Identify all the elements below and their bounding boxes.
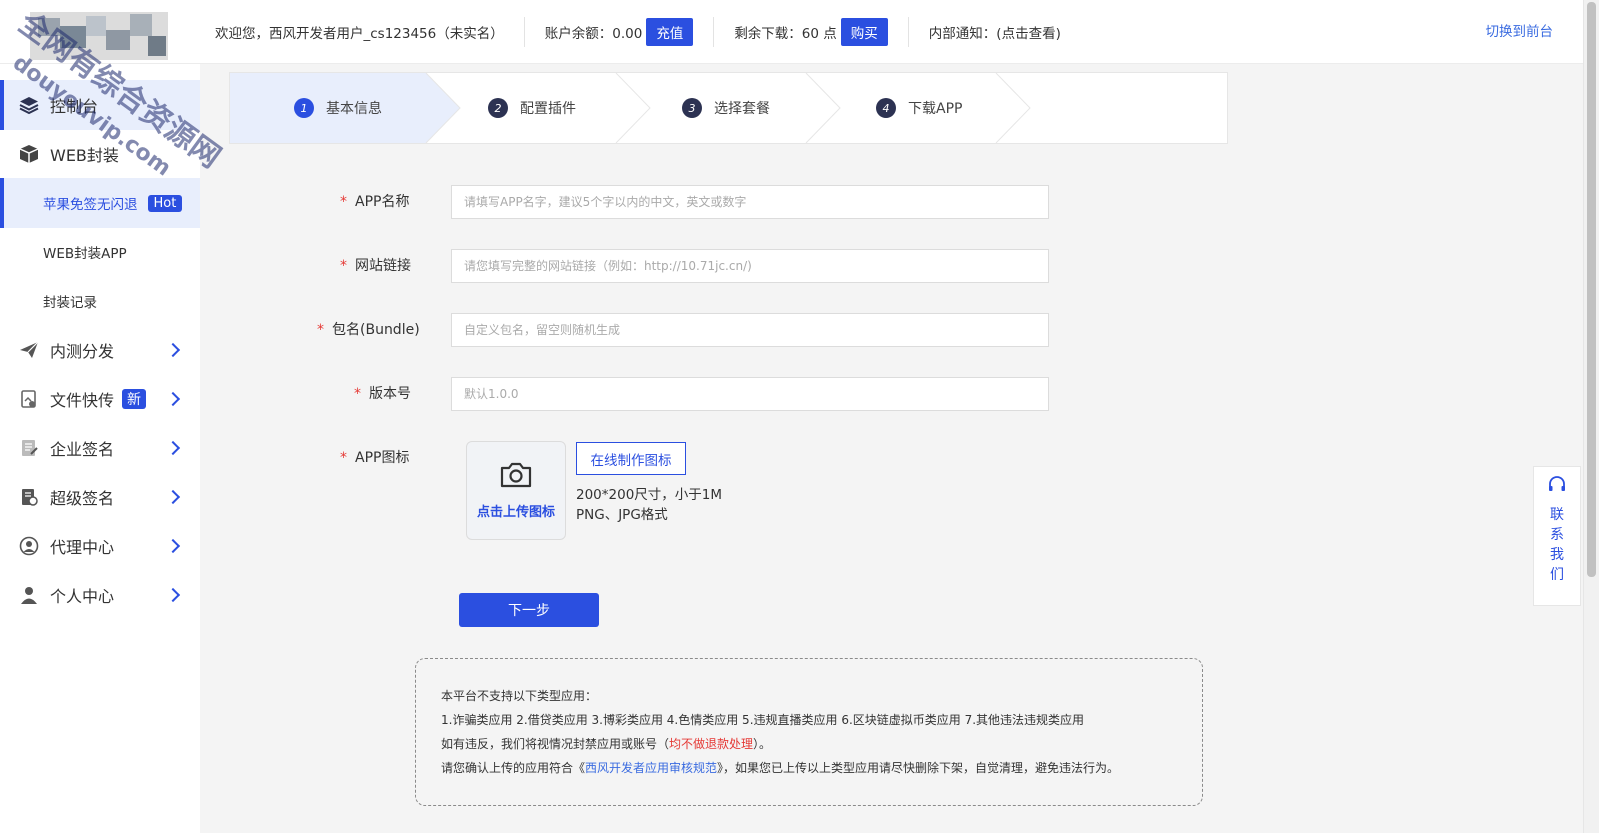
step-number: 1: [294, 98, 314, 118]
chevron-right-icon: [165, 538, 181, 554]
step-label: 基本信息: [326, 101, 382, 117]
sidebar-item-label: 控制台: [50, 97, 99, 116]
chevron-right-icon: [165, 587, 181, 603]
user-icon: [18, 584, 40, 606]
balance-text: 账户余额：0.00: [544, 26, 643, 42]
paper-plane-icon: [18, 339, 40, 361]
step-label: 下载APP: [908, 101, 963, 117]
sidebar-item-agent-center[interactable]: 代理中心: [0, 521, 200, 571]
version-input[interactable]: [451, 377, 1049, 411]
step-number: 3: [682, 98, 702, 118]
headset-icon: [1547, 475, 1567, 499]
notice-line-2: 1.诈骗类应用 2.借贷类应用 3.博彩类应用 4.色情类应用 5.违规直播类应…: [441, 713, 1085, 727]
notice-line-4: 请您确认上传的应用符合《西风开发者应用审核规范》，如果您已上传以上类型应用请尽快…: [441, 761, 1120, 775]
next-step-button[interactable]: 下一步: [459, 593, 599, 627]
sidebar-item-wrap-records[interactable]: 封装记录: [0, 276, 200, 326]
camera-icon: [499, 461, 533, 493]
sidebar-item-super-sign[interactable]: 超级签名: [0, 472, 200, 522]
sidebar-item-label: WEB封装: [50, 146, 119, 165]
sidebar-item-beta-dist[interactable]: 内测分发: [0, 325, 200, 375]
icon-format-hint: PNG、JPG格式: [576, 507, 668, 523]
step-config-plugins[interactable]: 2 配置插件: [488, 73, 576, 143]
scrollbar-thumb[interactable]: [1587, 2, 1596, 577]
sidebar-item-label: WEB封装APP: [43, 246, 127, 262]
file-share-icon: [18, 388, 40, 410]
contact-char: 我: [1550, 547, 1564, 563]
sidebar-item-file-share[interactable]: 文件快传 新: [0, 374, 200, 424]
contact-char: 们: [1550, 567, 1564, 583]
sidebar-item-web-app[interactable]: WEB封装APP: [0, 227, 200, 277]
chevron-right-icon: [165, 342, 181, 358]
sidebar-item-label: 企业签名: [50, 440, 115, 459]
step-number: 2: [488, 98, 508, 118]
sidebar-item-label: 封装记录: [43, 295, 97, 311]
step-basic-info[interactable]: 1 基本信息: [294, 73, 382, 143]
chevron-right-icon: [165, 391, 181, 407]
app-name-label: * APP名称: [340, 194, 410, 210]
notice-line-1: 本平台不支持以下类型应用：: [441, 689, 598, 703]
sidebar-item-label: 个人中心: [50, 587, 115, 606]
icon-upload-box[interactable]: 点击上传图标: [466, 441, 566, 540]
contact-us-widget[interactable]: 联 系 我 们: [1533, 466, 1581, 606]
top-header: 欢迎您，西风开发者用户_cs123456（未实名） 账户余额：0.00 充值 剩…: [0, 0, 1583, 64]
bundle-input[interactable]: [451, 313, 1049, 347]
sidebar-item-label: 内测分发: [50, 342, 115, 361]
sidebar-item-personal-center[interactable]: 个人中心: [0, 570, 200, 620]
sidebar-item-web-wrap[interactable]: WEB封装: [0, 129, 200, 179]
step-download-app[interactable]: 4 下载APP: [876, 73, 962, 143]
make-icon-online-button[interactable]: 在线制作图标: [576, 442, 686, 475]
scrollbar[interactable]: [1583, 0, 1599, 833]
step-label: 选择套餐: [714, 101, 770, 117]
welcome-text: 欢迎您，西风开发者用户_cs123456（未实名）: [215, 26, 504, 42]
sidebar-item-apple-sign[interactable]: 苹果免签无闪退 Hot: [0, 178, 200, 228]
recharge-button[interactable]: 充值: [646, 18, 694, 46]
sidebar-item-dashboard[interactable]: 控制台: [0, 80, 200, 130]
contact-char: 系: [1550, 527, 1564, 543]
site-url-input[interactable]: [451, 249, 1049, 283]
bundle-label: * 包名(Bundle): [317, 322, 420, 338]
document-sign-icon: [18, 437, 40, 459]
sidebar-item-label: 苹果免签无闪退: [43, 197, 138, 213]
sidebar-item-label: 文件快传: [50, 391, 115, 410]
sidebar-item-label: 代理中心: [50, 538, 115, 557]
internal-notice-link[interactable]: 内部通知：(点击查看): [929, 22, 1061, 42]
app-icon-label: * APP图标: [340, 450, 410, 466]
contact-char: 联: [1550, 507, 1564, 523]
steps-bar: 1 基本信息 2 配置插件 3 选择套餐 4 下载APP: [229, 72, 1228, 144]
sidebar: 控制台 WEB封装 苹果免签无闪退 Hot WEB封装APP 封装记录 内测分发…: [0, 64, 200, 833]
downloads-text: 剩余下载：60 点: [734, 26, 837, 42]
step-choose-plan[interactable]: 3 选择套餐: [682, 73, 770, 143]
switch-to-front-link[interactable]: 切换到前台: [1486, 0, 1554, 64]
chevron-right-icon: [165, 440, 181, 456]
logo[interactable]: [30, 12, 168, 60]
buy-button[interactable]: 购买: [840, 18, 888, 46]
notice-line-3: 如有违反，我们将视情况封禁应用或账号（均不做退款处理）。: [441, 737, 772, 751]
sidebar-item-enterprise-sign[interactable]: 企业签名: [0, 423, 200, 473]
upload-text: 点击上传图标: [476, 505, 555, 520]
icon-size-hint: 200*200尺寸，小于1M: [576, 487, 723, 503]
no-refund-text: 均不做退款处理: [669, 737, 754, 751]
version-label: * 版本号: [354, 386, 411, 402]
site-url-label: * 网站链接: [340, 258, 411, 274]
app-name-input[interactable]: [451, 185, 1049, 219]
box-icon: [18, 143, 40, 165]
agent-icon: [18, 535, 40, 557]
step-number: 4: [876, 98, 896, 118]
review-guidelines-link[interactable]: 西风开发者应用审核规范: [585, 761, 717, 775]
chevron-right-icon: [165, 489, 181, 505]
step-label: 配置插件: [520, 101, 576, 117]
new-badge: 新: [122, 389, 147, 409]
hot-badge: Hot: [147, 194, 183, 212]
sidebar-item-label: 超级签名: [50, 489, 115, 508]
certificate-icon: [18, 486, 40, 508]
policy-notice: 本平台不支持以下类型应用： 1.诈骗类应用 2.借贷类应用 3.博彩类应用 4.…: [415, 658, 1203, 806]
layers-icon: [18, 94, 40, 116]
